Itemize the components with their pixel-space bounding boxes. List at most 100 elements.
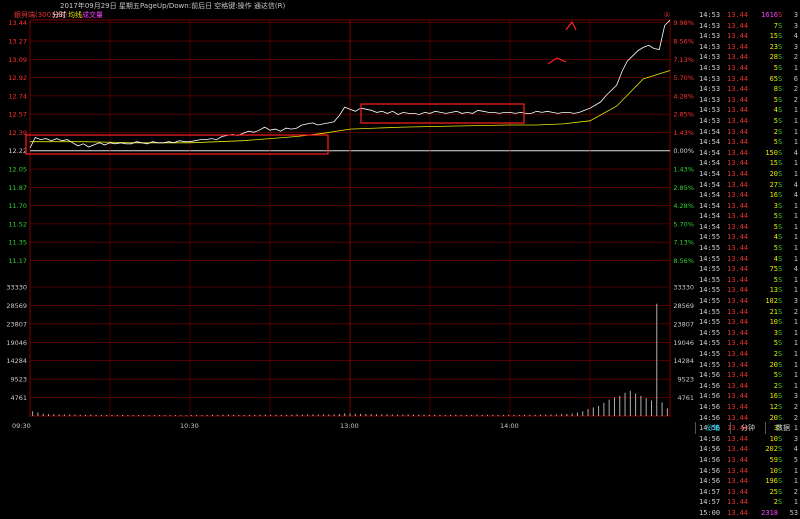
trade-time: 14:56 bbox=[699, 381, 721, 390]
volume-tick-label-right: 23807 bbox=[673, 320, 694, 328]
trade-count: 1 bbox=[793, 222, 798, 231]
trade-price: 13.44 bbox=[727, 138, 749, 147]
trade-count: 1 bbox=[793, 477, 798, 486]
trade-row: 14:56 13.44 5 S 1 bbox=[695, 370, 800, 381]
trade-count: 2 bbox=[793, 307, 798, 316]
trade-count: 2 bbox=[793, 402, 798, 411]
trade-price: 13.44 bbox=[727, 360, 749, 369]
trade-time: 14:56 bbox=[699, 466, 721, 475]
trade-row: 14:54 13.44 20 S 1 bbox=[695, 169, 800, 180]
trade-time: 14:55 bbox=[699, 328, 721, 337]
trade-count: 5 bbox=[793, 455, 798, 464]
trade-row: 14:55 13.44 2 S 1 bbox=[695, 349, 800, 360]
trade-count: 3 bbox=[793, 392, 798, 401]
price-tick-label: 11.52 bbox=[8, 220, 27, 228]
trade-row: 14:55 13.44 102 S 3 bbox=[695, 296, 800, 307]
trade-price: 13.44 bbox=[727, 371, 749, 380]
trade-price: 13.44 bbox=[727, 328, 749, 337]
volume-tick-label-right: 4761 bbox=[677, 394, 694, 402]
trade-price: 13.44 bbox=[727, 498, 749, 507]
trade-price: 13.44 bbox=[727, 445, 749, 454]
trade-direction: S bbox=[778, 360, 783, 369]
percent-tick-label: 9.98% bbox=[673, 19, 694, 27]
volume-tick-label: 28569 bbox=[6, 302, 27, 310]
trade-volume: 23 bbox=[769, 42, 778, 51]
trade-price: 13.44 bbox=[727, 148, 749, 157]
trade-direction: S bbox=[778, 63, 783, 72]
percent-tick-label: 0.00% bbox=[673, 147, 694, 155]
tab-data[interactable]: 数据 bbox=[765, 422, 800, 434]
tab-minutes[interactable]: 分钟 bbox=[730, 422, 765, 434]
trade-time: 14:54 bbox=[699, 201, 721, 210]
trade-direction: S bbox=[778, 265, 783, 274]
trade-count: 1 bbox=[793, 350, 798, 358]
trade-direction: S bbox=[778, 445, 783, 454]
trade-direction: S bbox=[778, 201, 783, 210]
trade-price: 13.44 bbox=[727, 275, 749, 284]
trade-volume: 16 bbox=[769, 191, 778, 200]
time-tick-label: 14:00 bbox=[500, 422, 519, 430]
trade-volume: 150 bbox=[765, 148, 778, 157]
trade-time: 14:54 bbox=[699, 212, 721, 221]
volume-tick-label-right: 19046 bbox=[673, 339, 694, 347]
label-minute: 分时 bbox=[52, 10, 66, 19]
trade-price: 13.44 bbox=[727, 222, 749, 231]
trade-count: 3 bbox=[793, 297, 798, 306]
trade-count: 1 bbox=[793, 201, 798, 210]
trade-count: 1 bbox=[793, 127, 798, 136]
percent-tick-label: 7.13% bbox=[673, 239, 694, 247]
trade-count: 1 bbox=[793, 233, 798, 242]
trade-time: 14:55 bbox=[699, 339, 721, 348]
trade-price: 13.44 bbox=[727, 180, 749, 189]
trade-price: 13.44 bbox=[727, 297, 749, 306]
price-tick-label: 12.39 bbox=[8, 129, 27, 137]
trade-direction: S bbox=[778, 307, 783, 316]
trade-direction: S bbox=[778, 85, 783, 94]
trade-price: 13.44 bbox=[727, 95, 749, 104]
trade-volume: 28 bbox=[769, 53, 778, 62]
volume-tick-label: 14284 bbox=[6, 357, 27, 365]
trade-direction: S bbox=[778, 254, 783, 263]
trade-ticker-list[interactable]: 14:53 13.44 1616 S 3 14:53 13.44 7 S 3 14:53 13.44 1… bbox=[695, 10, 800, 519]
trade-time: 14:55 bbox=[699, 275, 721, 284]
tab-ticks[interactable]: 分笔 bbox=[695, 422, 730, 434]
trade-row: 14:54 13.44 27 S 4 bbox=[695, 180, 800, 191]
trade-time: 14:54 bbox=[699, 180, 721, 189]
label-vol: 成交量 bbox=[82, 10, 103, 19]
intraday-chart[interactable]: 銀貝端(300322) 2017年09月29日 星期五 PageUp/Down:… bbox=[0, 0, 695, 434]
trade-volume: 1616 bbox=[761, 11, 778, 19]
trade-count: 1 bbox=[793, 63, 798, 72]
trade-time: 14:57 bbox=[699, 487, 721, 496]
trade-count: 4 bbox=[793, 265, 798, 274]
trade-direction: S bbox=[778, 371, 783, 380]
trade-count: 1 bbox=[793, 360, 798, 369]
trade-direction: S bbox=[778, 328, 783, 337]
trade-volume: 75 bbox=[769, 265, 778, 274]
trade-volume: 196 bbox=[765, 477, 778, 486]
price-tick-label: 11.35 bbox=[8, 239, 27, 247]
trade-direction: S bbox=[778, 138, 783, 147]
trade-row: 14:57 13.44 2 S 1 bbox=[695, 497, 800, 508]
trade-count: 4 bbox=[793, 148, 798, 157]
trade-direction: S bbox=[778, 169, 783, 178]
trade-direction: S bbox=[778, 339, 783, 348]
trade-direction: S bbox=[778, 74, 783, 83]
trade-volume: 10 bbox=[769, 466, 778, 475]
trade-time: 14:53 bbox=[699, 85, 721, 94]
trade-price: 13.44 bbox=[727, 191, 749, 200]
trade-count: 1 bbox=[793, 318, 798, 327]
ticker-tabs: 分笔 分钟 数据 bbox=[695, 422, 800, 434]
trade-count: 1 bbox=[793, 339, 798, 348]
trade-price: 13.44 bbox=[727, 381, 749, 390]
trade-time: 14:55 bbox=[699, 307, 721, 316]
trade-direction: S bbox=[778, 11, 783, 19]
trade-count: 1 bbox=[793, 159, 798, 168]
trade-volume: 20 bbox=[769, 360, 778, 369]
trade-count: 1 bbox=[793, 138, 798, 147]
trade-volume: 15 bbox=[769, 159, 778, 168]
trade-row: 14:53 13.44 8 S 2 bbox=[695, 84, 800, 95]
price-tick-label: 12.22 bbox=[8, 147, 27, 155]
trade-volume: 13 bbox=[769, 286, 778, 295]
header-hint: PageUp/Down:前后日 空格键:操作 通达信(R) bbox=[140, 1, 285, 10]
trade-time: 14:55 bbox=[699, 297, 721, 306]
